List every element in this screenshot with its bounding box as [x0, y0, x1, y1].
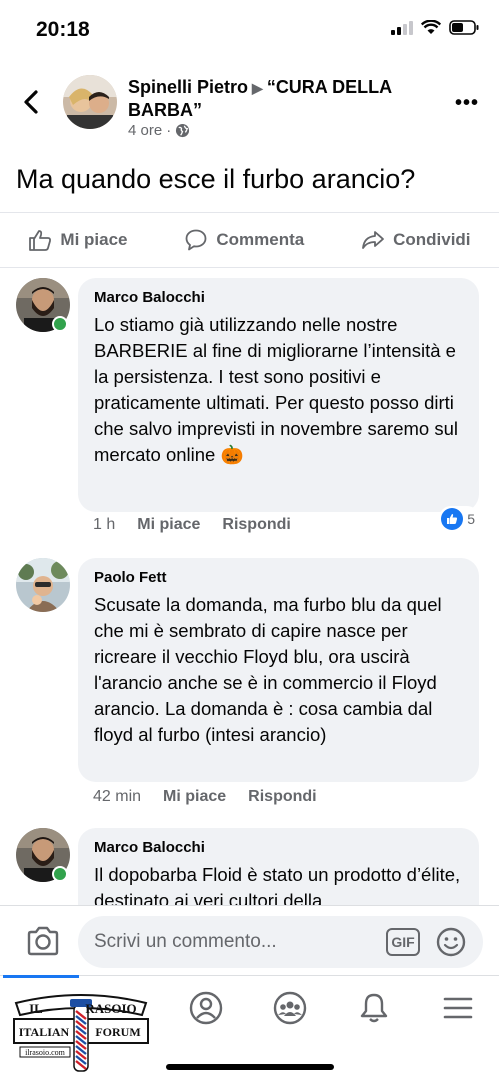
reaction-count[interactable]: 5 — [439, 506, 479, 532]
online-status-dot — [52, 866, 68, 882]
back-arrow-icon[interactable] — [18, 88, 46, 116]
svg-text:FORUM: FORUM — [95, 1025, 140, 1039]
comment-input[interactable]: Scrivi un commento... GIF — [78, 916, 483, 968]
post-action-bar: Mi piace Commenta Condividi — [0, 212, 499, 268]
post-text: Ma quando esce il furbo arancio? — [16, 164, 416, 194]
comment-reply-button[interactable]: Rispondi — [248, 788, 316, 806]
bell-icon[interactable] — [356, 990, 392, 1026]
status-bar: 20:18 — [0, 0, 499, 60]
svg-text:ilrasoio.com: ilrasoio.com — [25, 1048, 66, 1057]
post-header: Spinelli Pietro ▶ “CURA DELLA BARBA” 4 ore… — [0, 70, 499, 150]
menu-icon[interactable] — [440, 990, 476, 1026]
comment-like-button[interactable]: Mi piace — [163, 788, 226, 806]
comment-like-button[interactable]: Mi piace — [137, 516, 200, 534]
active-tab-indicator — [3, 975, 79, 978]
caret-right-icon: ▶ — [252, 80, 263, 96]
comment-bubble[interactable]: Marco Balocchi Lo stiamo già utilizzando… — [78, 278, 479, 512]
comment-composer: Scrivi un commento... GIF — [0, 905, 499, 975]
comment-meta: 42 min Mi piace Rispondi — [93, 788, 317, 806]
status-icons — [391, 20, 479, 35]
groups-icon[interactable] — [272, 990, 308, 1026]
globe-icon — [176, 123, 190, 138]
status-time: 20:18 — [36, 18, 90, 41]
more-options-button[interactable]: ••• — [455, 92, 479, 115]
post-meta: 4 ore · — [128, 122, 190, 139]
commenter-name[interactable]: Paolo Fett — [94, 568, 465, 588]
like-button[interactable]: Mi piace — [28, 228, 128, 252]
comment-input-placeholder: Scrivi un commento... — [94, 931, 277, 952]
share-label: Condividi — [393, 230, 471, 249]
comment-bubble[interactable]: Paolo Fett Scusate la domanda, ma furbo … — [78, 558, 479, 782]
comment-reply-button[interactable]: Rispondi — [222, 516, 290, 534]
commenter-name[interactable]: Marco Balocchi — [94, 838, 465, 858]
battery-icon — [449, 20, 479, 35]
comment-meta: 1 h Mi piace Rispondi — [93, 516, 291, 534]
like-icon — [29, 230, 52, 251]
il-rasoio-forum-logo: IL RASOIO ITALIAN FORUM ilrasoio.com — [13, 994, 149, 1072]
commenter-name[interactable]: Marco Balocchi — [94, 288, 465, 308]
comment-time: 42 min — [93, 788, 142, 805]
wifi-icon — [421, 20, 441, 34]
post-title: Spinelli Pietro ▶ “CURA DELLA BARBA” — [128, 76, 428, 121]
svg-text:RASOIO: RASOIO — [85, 1001, 136, 1016]
home-indicator — [166, 1064, 334, 1070]
svg-text:IL: IL — [29, 1001, 43, 1016]
profile-icon[interactable] — [188, 990, 224, 1026]
comment-time: 1 h — [93, 516, 116, 533]
author-avatar[interactable] — [63, 75, 117, 129]
post-time[interactable]: 4 ore — [128, 122, 162, 139]
online-status-dot — [52, 316, 68, 332]
meta-dot: · — [166, 122, 172, 139]
svg-text:ITALIAN: ITALIAN — [19, 1025, 70, 1039]
comment-label: Commenta — [216, 230, 305, 249]
share-button[interactable]: Condividi — [361, 228, 471, 252]
reaction-number: 5 — [467, 511, 475, 527]
comment-icon — [185, 229, 207, 251]
like-label: Mi piace — [60, 230, 128, 249]
emoji-icon[interactable] — [435, 926, 467, 958]
commenter-avatar[interactable] — [16, 558, 70, 612]
like-reaction-icon — [441, 508, 464, 530]
signal-icon — [391, 20, 413, 35]
share-icon — [362, 231, 384, 249]
gif-icon[interactable]: GIF — [386, 928, 420, 956]
camera-icon[interactable] — [26, 926, 60, 956]
author-name[interactable]: Spinelli Pietro — [128, 77, 248, 97]
comment-text: Lo stiamo già utilizzando nelle nostre B… — [94, 314, 458, 465]
comment-button[interactable]: Commenta — [184, 228, 304, 252]
comment-text: Scusate la domanda, ma furbo blu da quel… — [94, 594, 442, 745]
